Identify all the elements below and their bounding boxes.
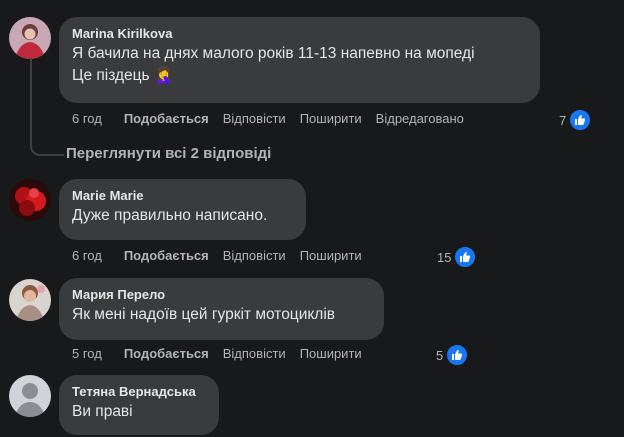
comment-time[interactable]: 6 год (72, 247, 102, 265)
reply-thread-line (30, 58, 64, 156)
edited-label[interactable]: Відредаговано (376, 110, 464, 128)
share-button[interactable]: Поширити (300, 247, 362, 265)
share-button[interactable]: Поширити (300, 345, 362, 363)
comment-time[interactable]: 6 год (72, 110, 102, 128)
comment-text-line: Це піздець (72, 67, 150, 84)
comment-bubble: Marie Marie Дуже правильно написано. (59, 179, 306, 240)
like-thumb-icon (568, 108, 593, 132)
like-button[interactable]: Подобається (124, 345, 209, 363)
view-replies-link[interactable]: Переглянути всі 2 відповіді (66, 145, 271, 162)
like-thumb-icon (445, 343, 470, 367)
comment-bubble: Мария Перело Як мені надоїв цей гуркіт м… (59, 278, 384, 340)
comment-text: Я бачила на днях малого років 11-13 напе… (72, 45, 475, 62)
comment-time[interactable]: 5 год (72, 345, 102, 363)
like-thumb-icon (453, 245, 478, 269)
avatar[interactable] (9, 17, 51, 59)
reaction-count[interactable]: 5 (436, 343, 470, 367)
comment-author[interactable]: Marina Kirilkova (72, 25, 527, 43)
comment-text: Ви праві (72, 403, 133, 420)
comment-author[interactable]: Тетяна Вернадська (72, 383, 206, 401)
comment-bubble: Тетяна Вернадська Ви праві (59, 375, 219, 435)
avatar[interactable] (9, 179, 51, 221)
comment-text-line2: Це піздець 🤦‍♀️ (72, 65, 527, 87)
reaction-count-number: 5 (436, 347, 444, 363)
reply-button[interactable]: Відповісти (223, 110, 286, 128)
reaction-count[interactable]: 15 (437, 245, 478, 269)
comment-actions: 6 год Подобається Відповісти Поширити Ві… (72, 110, 478, 128)
reaction-count[interactable]: 7 (559, 108, 593, 132)
comment-actions: 6 год Подобається Відповісти Поширити (72, 247, 376, 265)
avatar[interactable] (9, 279, 51, 321)
comment-author[interactable]: Мария Перело (72, 286, 371, 304)
reply-button[interactable]: Відповісти (223, 345, 286, 363)
comment-text: Як мені надоїв цей гуркіт мотоциклів (72, 306, 336, 323)
reply-button[interactable]: Відповісти (223, 247, 286, 265)
like-button[interactable]: Подобається (124, 247, 209, 265)
comment-author[interactable]: Marie Marie (72, 187, 293, 205)
comment-actions: 5 год Подобається Відповісти Поширити (72, 345, 376, 363)
facepalm-emoji-icon: 🤦‍♀️ (153, 67, 174, 84)
comment-text: Дуже правильно написано. (72, 207, 268, 224)
default-avatar-icon[interactable] (9, 375, 51, 417)
share-button[interactable]: Поширити (300, 110, 362, 128)
reaction-count-number: 7 (559, 112, 567, 128)
reaction-count-number: 15 (437, 249, 452, 265)
like-button[interactable]: Подобається (124, 110, 209, 128)
comment-bubble: Marina Kirilkova Я бачила на днях малого… (59, 17, 540, 103)
